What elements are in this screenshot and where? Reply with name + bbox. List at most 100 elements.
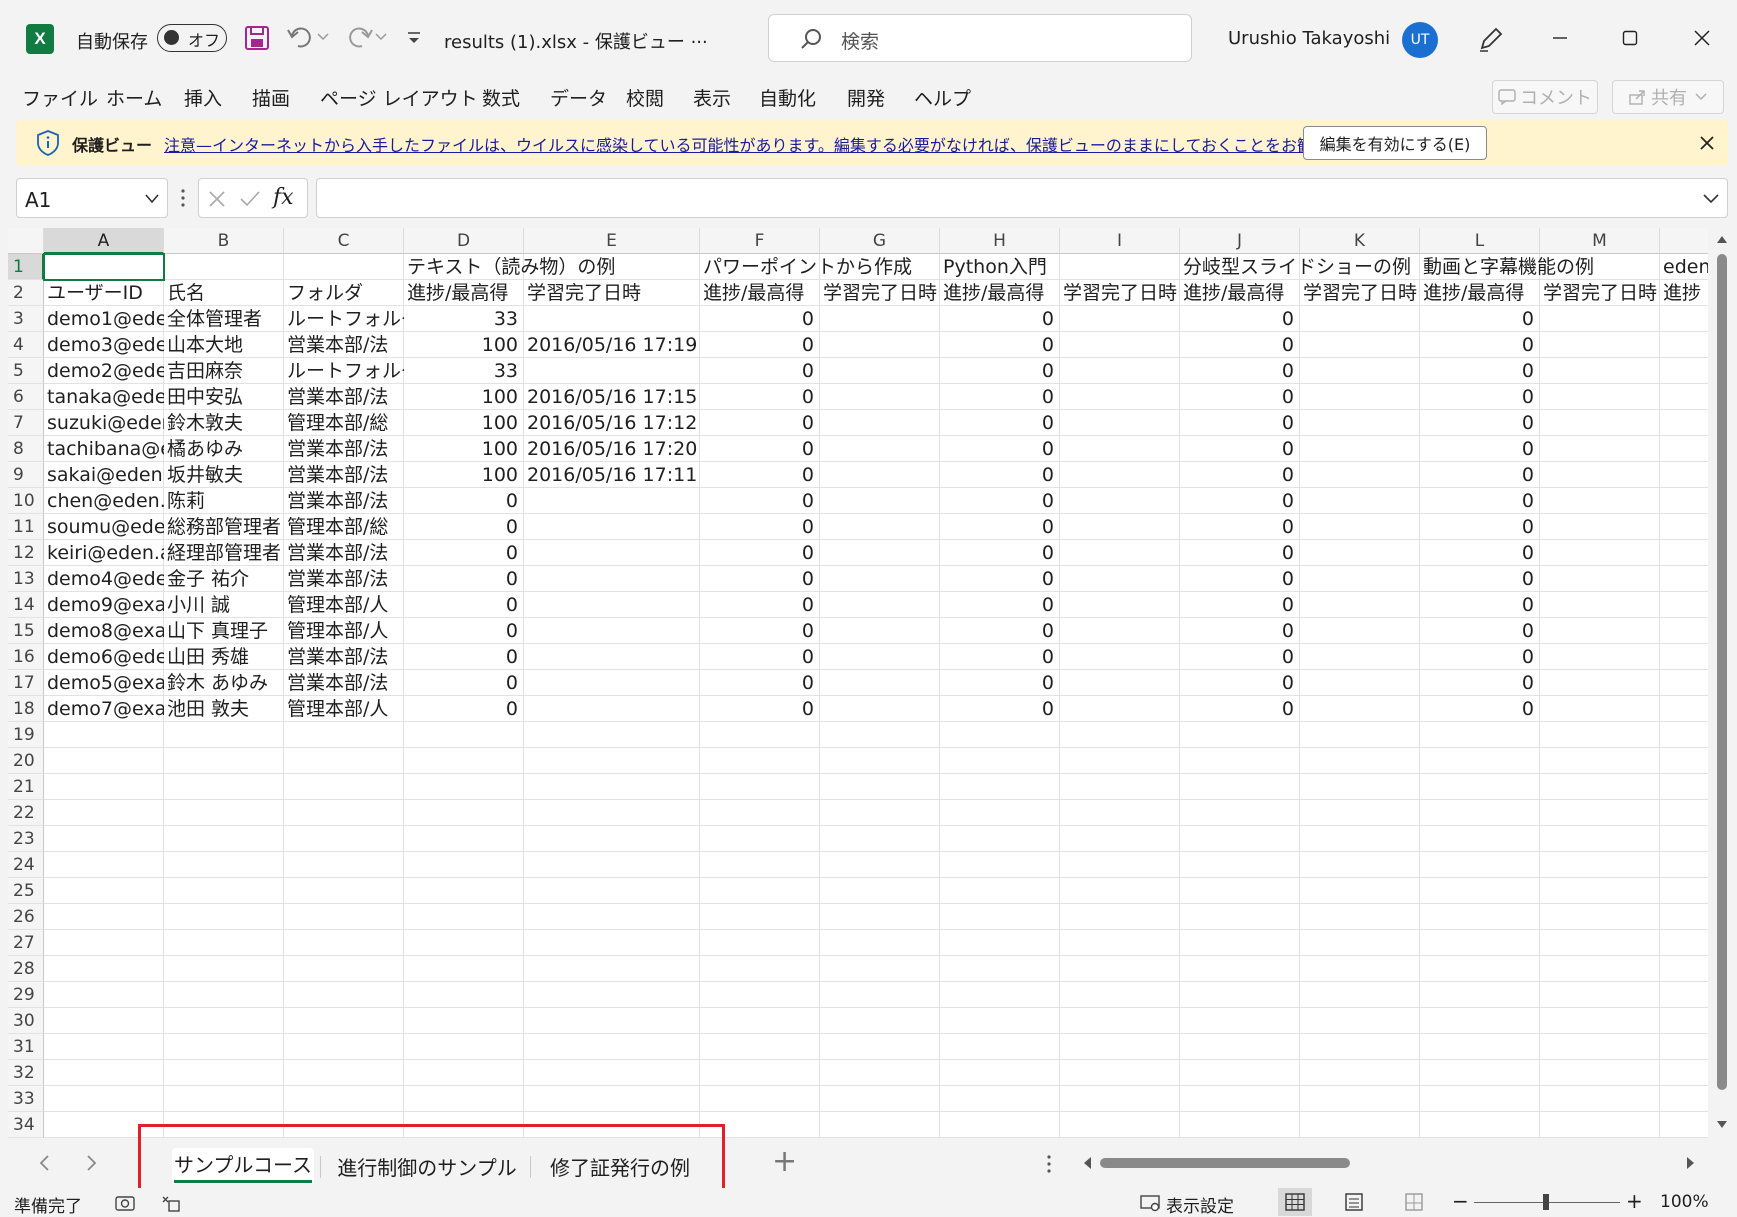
cell[interactable]: 学習完了日時 [820, 280, 940, 306]
enable-editing-button[interactable]: 編集を有効にする(E) [1303, 126, 1487, 160]
cell[interactable]: 管理本部/総 [284, 514, 404, 540]
cell[interactable] [524, 358, 700, 384]
cell[interactable]: 0 [940, 670, 1060, 696]
row-header[interactable]: 17 [8, 670, 44, 696]
row-header[interactable]: 32 [8, 1060, 44, 1086]
cell[interactable] [524, 696, 700, 722]
cell[interactable]: 0 [1420, 332, 1540, 358]
cell[interactable]: 33 [404, 358, 524, 384]
cell[interactable]: 100 [404, 462, 524, 488]
cell[interactable]: 池田 敦夫 [164, 696, 284, 722]
cell[interactable]: 0 [404, 644, 524, 670]
column-header[interactable]: D [404, 228, 524, 254]
cell[interactable]: demo9@exam [44, 592, 164, 618]
menu-developer[interactable]: 開発 [847, 84, 885, 111]
cell[interactable] [524, 566, 700, 592]
cell[interactable]: 山本大地 [164, 332, 284, 358]
cell[interactable]: 営業本部/法 [284, 644, 404, 670]
horizontal-scroll-thumb[interactable] [1100, 1158, 1350, 1168]
cancel-icon[interactable] [207, 189, 227, 209]
cell[interactable]: 営業本部/法 [284, 540, 404, 566]
row-header[interactable]: 15 [8, 618, 44, 644]
cell[interactable]: 0 [700, 514, 820, 540]
scroll-up-icon[interactable] [1716, 234, 1728, 244]
cell[interactable]: 学習完了日時 [1060, 280, 1180, 306]
cell[interactable]: demo7@exam [44, 696, 164, 722]
row-header[interactable]: 5 [8, 358, 44, 384]
cell[interactable]: 0 [1420, 670, 1540, 696]
cell[interactable]: 2016/05/16 17:15 [524, 384, 700, 410]
cell[interactable]: 2016/05/16 17:19 [524, 332, 700, 358]
row-header[interactable]: 31 [8, 1034, 44, 1060]
cell[interactable]: 0 [404, 566, 524, 592]
cell[interactable]: 営業本部/法 [284, 436, 404, 462]
cell[interactable]: 氏名 [164, 280, 284, 306]
cell[interactable]: chen@eden.a [44, 488, 164, 514]
cell[interactable]: 学習完了日時 [524, 280, 700, 306]
cell[interactable]: フォルダ [284, 280, 404, 306]
menu-page-layout[interactable]: ページ レイアウト [320, 84, 478, 111]
cell[interactable]: demo8@exam [44, 618, 164, 644]
menu-formulas[interactable]: 数式 [482, 84, 520, 111]
cell[interactable]: 小川 誠 [164, 592, 284, 618]
vertical-scrollbar[interactable] [1712, 228, 1732, 1138]
column-header[interactable]: B [164, 228, 284, 254]
cell[interactable]: 営業本部/法 [284, 670, 404, 696]
cell[interactable]: 0 [940, 306, 1060, 332]
banner-close-button[interactable] [1694, 130, 1720, 156]
add-sheet-button[interactable]: + [772, 1144, 797, 1179]
cell[interactable]: 0 [1420, 488, 1540, 514]
cell[interactable]: 営業本部/法 [284, 462, 404, 488]
cell[interactable]: 0 [940, 384, 1060, 410]
cell[interactable]: 0 [1180, 566, 1300, 592]
cell[interactable]: 0 [1180, 332, 1300, 358]
row-header[interactable]: 14 [8, 592, 44, 618]
row-header[interactable]: 24 [8, 852, 44, 878]
cell[interactable]: ユーザーID [44, 280, 164, 306]
cell[interactable]: 0 [1180, 696, 1300, 722]
cell[interactable]: 0 [700, 410, 820, 436]
spreadsheet-grid[interactable]: A B C D E F G H I J K L M 1 2 3 4 5 6 7 8 9 10 11 12 13 14 15 16 17 18… [8, 228, 1708, 1138]
cell[interactable]: 0 [700, 306, 820, 332]
row-header[interactable]: 18 [8, 696, 44, 722]
row-header[interactable]: 3 [8, 306, 44, 332]
row-header[interactable]: 21 [8, 774, 44, 800]
cell[interactable]: 0 [940, 358, 1060, 384]
cell[interactable]: 0 [1420, 514, 1540, 540]
cell[interactable]: 0 [1420, 566, 1540, 592]
cell[interactable]: 0 [1180, 670, 1300, 696]
cell[interactable]: 管理本部/人 [284, 618, 404, 644]
row-header[interactable]: 22 [8, 800, 44, 826]
cell[interactable]: 0 [1420, 644, 1540, 670]
menu-review[interactable]: 校閲 [626, 84, 664, 111]
cell[interactable]: 吉田麻奈 [164, 358, 284, 384]
cell[interactable]: 進捗/最高得 [700, 280, 820, 306]
cell[interactable]: 0 [1180, 644, 1300, 670]
cell[interactable]: 100 [404, 332, 524, 358]
cell[interactable] [524, 670, 700, 696]
cell[interactable]: 0 [404, 592, 524, 618]
row-header[interactable]: 13 [8, 566, 44, 592]
cell[interactable]: 坂井敏夫 [164, 462, 284, 488]
cell[interactable]: 0 [940, 436, 1060, 462]
zoom-out-button[interactable]: − [1452, 1189, 1469, 1213]
cell[interactable]: 0 [940, 462, 1060, 488]
scroll-left-icon[interactable] [1082, 1156, 1092, 1170]
cell[interactable]: 学習完了日時 [1540, 280, 1660, 306]
column-header[interactable]: I [1060, 228, 1180, 254]
display-settings-label[interactable]: 表示設定 [1166, 1192, 1234, 1217]
cell[interactable]: 0 [700, 540, 820, 566]
cell[interactable]: 0 [940, 696, 1060, 722]
cell[interactable]: demo4@eden [44, 566, 164, 592]
cell[interactable]: 進捗/最高得 [404, 280, 524, 306]
undo-dropdown-icon[interactable] [317, 32, 329, 42]
chevron-right-icon[interactable] [86, 1154, 98, 1172]
cell[interactable]: 0 [404, 514, 524, 540]
column-header[interactable]: L [1420, 228, 1540, 254]
macro-recording-icon[interactable] [160, 1194, 182, 1212]
zoom-slider-thumb[interactable] [1543, 1194, 1549, 1210]
cell[interactable]: 営業本部/法 [284, 566, 404, 592]
scroll-down-icon[interactable] [1716, 1120, 1728, 1130]
name-box[interactable]: A1 [16, 178, 168, 218]
row-header[interactable]: 23 [8, 826, 44, 852]
